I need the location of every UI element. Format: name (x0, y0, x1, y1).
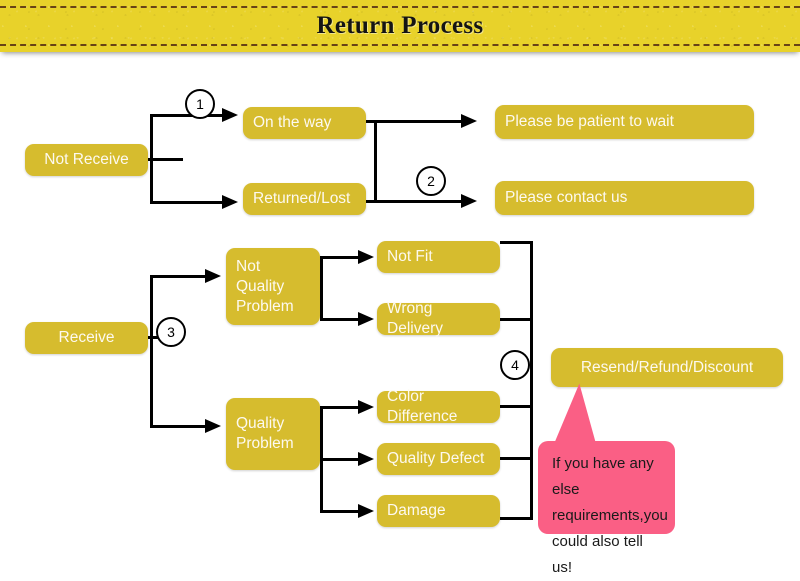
node-on-the-way[interactable]: On the way (243, 107, 366, 139)
connector-to-wrong-delivery (320, 318, 360, 321)
node-quality-problem[interactable]: Quality Problem (226, 398, 320, 470)
connector-not-quality-bracket (320, 256, 323, 320)
arrowhead-to-please-wait (461, 114, 477, 128)
node-color-difference[interactable]: Color Difference (377, 388, 500, 425)
connector-not-receive-out (148, 158, 183, 161)
connector-collector-spine (530, 241, 533, 520)
node-resend-refund-discount[interactable]: Resend/Refund/Discount (551, 348, 783, 387)
node-quality-defect[interactable]: Quality Defect (377, 443, 500, 475)
node-please-be-patient-to-wait[interactable]: Please be patient to wait (495, 105, 754, 139)
node-not-receive[interactable]: Not Receive (25, 144, 148, 176)
arrowhead-to-quality-defect (358, 452, 374, 466)
connector-receive-bracket (150, 275, 153, 428)
node-not-fit[interactable]: Not Fit (377, 241, 500, 273)
connector-to-please-wait (374, 120, 464, 123)
arrowhead-to-returned-lost (222, 195, 238, 209)
arrowhead-to-please-contact (461, 194, 477, 208)
connector-to-quality-problem (150, 425, 208, 428)
arrowhead-to-on-the-way (222, 108, 238, 122)
arrowhead-to-not-quality-problem (205, 269, 221, 283)
step-marker-4: 4 (500, 350, 530, 380)
node-receive[interactable]: Receive (25, 322, 148, 354)
connector-collect-quality-defect (500, 457, 533, 460)
step-marker-3: 3 (156, 317, 186, 347)
connector-to-on-the-way (150, 114, 225, 117)
arrowhead-to-wrong-delivery (358, 312, 374, 326)
node-damage[interactable]: Damage (377, 495, 500, 527)
connector-collect-wrong-delivery (500, 318, 533, 321)
connector-to-not-fit (320, 256, 360, 259)
arrowhead-to-quality-problem (205, 419, 221, 433)
arrowhead-to-not-fit (358, 250, 374, 264)
node-returned-lost[interactable]: Returned/Lost (243, 183, 366, 215)
step-marker-2: 2 (416, 166, 446, 196)
connector-conditions-bracket (374, 120, 377, 202)
arrowhead-to-damage (358, 504, 374, 518)
connector-not-receive-bracket (150, 114, 153, 204)
connector-collect-damage (500, 517, 533, 520)
node-please-contact-us[interactable]: Please contact us (495, 181, 754, 215)
connector-collect-color-difference (500, 405, 533, 408)
step-marker-1: 1 (185, 89, 215, 119)
connector-to-returned-lost (150, 201, 225, 204)
page-title: Return Process (316, 12, 484, 39)
flowchart-canvas: Return Process Not Receive 1 On the way … (0, 0, 800, 576)
connector-collect-not-fit (500, 241, 533, 244)
arrowhead-to-color-difference (358, 400, 374, 414)
node-wrong-delivery[interactable]: Wrong Delivery (377, 300, 500, 337)
page-header-banner: Return Process (0, 0, 800, 52)
connector-to-color-difference (320, 406, 360, 409)
connector-to-damage (320, 510, 360, 513)
connector-to-please-contact (374, 200, 464, 203)
node-not-quality-problem[interactable]: Not Quality Problem (226, 248, 320, 325)
callout-bubble: If you have any else requirements,you co… (538, 441, 675, 576)
connector-to-quality-defect (320, 458, 360, 461)
connector-to-not-quality-problem (150, 275, 208, 278)
